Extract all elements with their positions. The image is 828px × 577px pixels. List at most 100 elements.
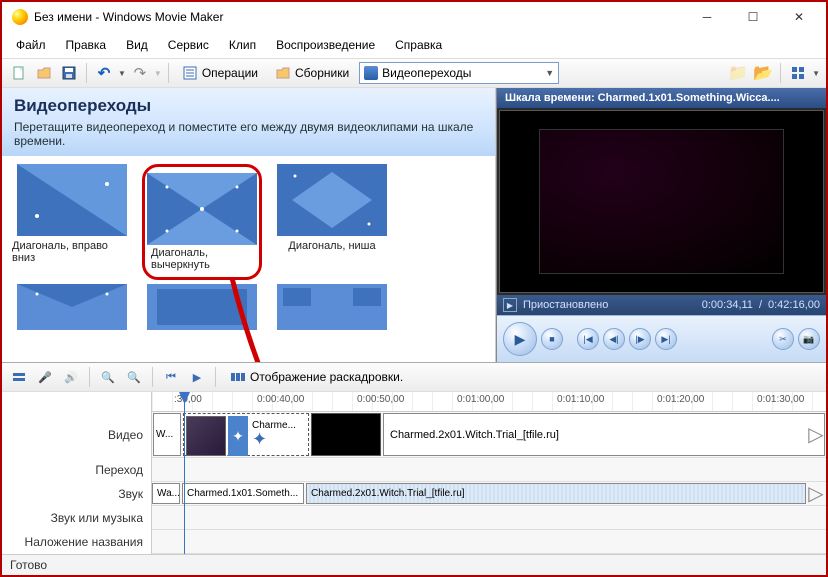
star-icon: ✦	[252, 429, 267, 450]
snapshot-button[interactable]: 📷	[798, 328, 820, 350]
zoom-out-button[interactable]: 🔍	[123, 366, 145, 388]
preview-panel: Шкала времени: Charmed.1x01.Something.Wi…	[496, 88, 826, 362]
storyboard-toggle[interactable]: Отображение раскадровки.	[223, 366, 410, 388]
track-video[interactable]: W... ✦ Charme... ✦ Charmed.2x01.Witch.Tr…	[152, 412, 826, 458]
storyboard-icon	[230, 369, 246, 385]
audio-clip[interactable]: Charmed.1x01.Someth...	[182, 483, 304, 504]
menu-help[interactable]: Справка	[387, 34, 450, 56]
chevron-down-icon: ▼	[545, 68, 554, 78]
scroll-right-arrow[interactable]: ▷	[808, 484, 824, 503]
transition-label: Диагональ, ниша	[288, 240, 375, 252]
transition-item[interactable]	[272, 284, 392, 334]
collection-combo[interactable]: Видеопереходы ▼	[359, 62, 559, 84]
menu-file[interactable]: Файл	[8, 34, 54, 56]
operations-label: Операции	[202, 66, 258, 80]
zoom-in-button[interactable]: 🔍	[97, 366, 119, 388]
ruler-tick: 0:00:50,00	[357, 394, 404, 405]
undo-button[interactable]: ↶	[93, 62, 115, 84]
tracks-area[interactable]: :30,00 0:00:40,00 0:00:50,00 0:01:00,00 …	[152, 392, 826, 554]
transition-item[interactable]	[142, 284, 262, 334]
timeline-view-button[interactable]	[8, 366, 30, 388]
view-mode-button[interactable]	[787, 62, 809, 84]
redo-dropdown-icon[interactable]: ▼	[154, 69, 162, 78]
operations-button[interactable]: Операции	[175, 62, 265, 84]
track-title-overlay[interactable]	[152, 530, 826, 554]
status-text: Готово	[10, 558, 47, 572]
track-label-audio: Звук	[118, 487, 143, 501]
play-timeline-button[interactable]: ▶	[186, 366, 208, 388]
transitions-hint: Перетащите видеопереход и поместите его …	[14, 120, 473, 148]
menu-clip[interactable]: Клип	[221, 34, 264, 56]
transition-label: Диагональ, вправо вниз	[12, 240, 132, 264]
up-level-button[interactable]: 📁	[727, 62, 749, 84]
audio-levels-button[interactable]: 🔊	[60, 366, 82, 388]
play-button[interactable]: ▶	[503, 322, 537, 356]
track-label-video: Видео	[108, 428, 143, 442]
transition-item[interactable]: Диагональ, ниша	[272, 164, 392, 280]
open-button[interactable]	[33, 62, 55, 84]
folder-icon	[275, 65, 291, 81]
minimize-button[interactable]: ─	[684, 2, 730, 32]
ruler-tick: 0:01:30,00	[757, 394, 804, 405]
menu-edit[interactable]: Правка	[58, 34, 115, 56]
playhead[interactable]	[184, 392, 185, 554]
transitions-title: Видеопереходы	[14, 96, 483, 116]
seek-end-button[interactable]: ▶|	[655, 328, 677, 350]
undo-dropdown-icon[interactable]: ▼	[118, 69, 126, 78]
redo-button[interactable]: ↷	[129, 62, 151, 84]
preview-time-current: 0:00:34,11	[702, 299, 753, 311]
titlebar: Без имени - Windows Movie Maker ─ ☐ ✕	[2, 2, 826, 32]
track-transition[interactable]	[152, 458, 826, 482]
step-back-button[interactable]: ◀|	[603, 328, 625, 350]
menu-view[interactable]: Вид	[118, 34, 156, 56]
preview-controls: ▶ ■ |◀ ◀| |▶ ▶| ✂ 📷	[497, 315, 826, 362]
save-button[interactable]	[58, 62, 80, 84]
transition-icon	[364, 66, 378, 80]
transition-label: Диагональ, вычеркнуть	[151, 247, 253, 271]
view-mode-dropdown-icon[interactable]: ▼	[812, 69, 820, 78]
timeline: 🎤 🔊 🔍 🔍 ⏮ ▶ Отображение раскадровки. − В…	[2, 362, 826, 554]
collections-label: Сборники	[295, 66, 349, 80]
narrate-button[interactable]: 🎤	[34, 366, 56, 388]
ruler-tick: 0:01:20,00	[657, 394, 704, 405]
video-clip-black[interactable]	[311, 413, 381, 456]
track-audio[interactable]: Wa... Charmed.1x01.Someth... Charmed.2x0…	[152, 482, 826, 506]
transition-item[interactable]	[12, 284, 132, 334]
transition-item[interactable]: Диагональ, вправо вниз	[12, 164, 132, 280]
preview-viewport	[499, 110, 824, 293]
menu-service[interactable]: Сервис	[160, 34, 217, 56]
list-icon	[182, 65, 198, 81]
clip-label: Charmed.2x01.Witch.Trial_[tfile.ru]	[390, 429, 559, 441]
audio-clip[interactable]: Charmed.2x01.Witch.Trial_[tfile.ru]	[306, 483, 806, 504]
menu-playback[interactable]: Воспроизведение	[268, 34, 383, 56]
maximize-button[interactable]: ☐	[730, 2, 776, 32]
new-folder-button[interactable]: 📂	[752, 62, 774, 84]
toolbar: ↶ ▼ ↷ ▼ Операции Сборники Видеопереходы …	[2, 58, 826, 88]
stop-button[interactable]: ■	[541, 328, 563, 350]
new-button[interactable]	[8, 62, 30, 84]
collections-button[interactable]: Сборники	[268, 62, 356, 84]
preview-time-total: 0:42:16,00	[768, 299, 820, 311]
storyboard-label: Отображение раскадровки.	[250, 370, 403, 384]
track-label-transition: Переход	[95, 463, 143, 477]
app-icon	[12, 9, 28, 25]
preview-frame	[539, 129, 785, 274]
transitions-header: Видеопереходы Перетащите видеопереход и …	[2, 88, 495, 156]
transition-thumbnail: ✦	[228, 416, 248, 456]
scroll-right-arrow[interactable]: ▷	[808, 414, 824, 455]
track-label-title: Наложение названия	[25, 535, 143, 549]
window-title: Без имени - Windows Movie Maker	[34, 10, 223, 24]
audio-clip[interactable]: Wa...	[152, 483, 180, 504]
video-clip-selected[interactable]: ✦ Charme... ✦	[183, 413, 309, 456]
ruler[interactable]: :30,00 0:00:40,00 0:00:50,00 0:01:00,00 …	[152, 392, 826, 412]
close-button[interactable]: ✕	[776, 2, 822, 32]
split-clip-button[interactable]: ✂	[772, 328, 794, 350]
seek-start-button[interactable]: |◀	[577, 328, 599, 350]
track-audio-music[interactable]	[152, 506, 826, 530]
video-clip[interactable]: Charmed.2x01.Witch.Trial_[tfile.ru]	[383, 413, 825, 456]
video-clip[interactable]: W...	[153, 413, 181, 456]
rewind-button[interactable]: ⏮	[160, 366, 182, 388]
preview-status-icon: ▶	[503, 298, 517, 312]
step-fwd-button[interactable]: |▶	[629, 328, 651, 350]
transition-item-selected[interactable]: Диагональ, вычеркнуть	[142, 164, 262, 280]
